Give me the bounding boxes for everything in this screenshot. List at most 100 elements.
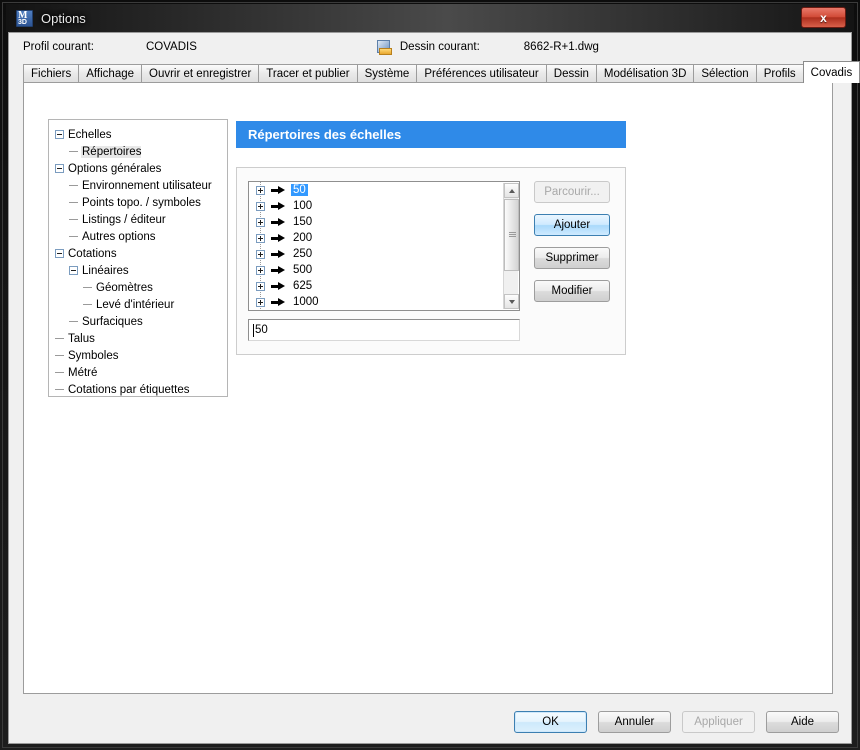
drawing-label: Dessin courant:	[399, 41, 480, 53]
tree-item-lin-aires[interactable]: Linéaires	[55, 262, 227, 279]
tree-item-listings-diteur[interactable]: Listings / éditeur	[55, 211, 227, 228]
tree-item-symboles[interactable]: Symboles	[55, 347, 227, 364]
tab-profils[interactable]: Profils	[755, 64, 804, 83]
tree-item-cotations-par-tiquettes[interactable]: Cotations par étiquettes	[55, 381, 227, 396]
scales-groupbox: 501001502002505006251000125020002500 Par…	[236, 167, 626, 355]
tree-item-lev-d-int-rieur[interactable]: Levé d'intérieur	[55, 296, 227, 313]
scroll-up-button[interactable]	[504, 183, 519, 198]
tree-item-talus[interactable]: Talus	[55, 330, 227, 347]
arrow-right-icon	[271, 233, 285, 244]
supprimer-button[interactable]: Supprimer	[534, 247, 610, 269]
tree-item-label: Linéaires	[82, 264, 129, 277]
expand-icon[interactable]	[256, 249, 265, 259]
drawing-file-icon	[376, 39, 393, 55]
drawing-value: 8662-R+1.dwg	[523, 41, 599, 53]
tree-item-surfaciques[interactable]: Surfaciques	[55, 313, 227, 330]
aide-button[interactable]: Aide	[766, 711, 839, 733]
list-item[interactable]: 100	[249, 198, 519, 214]
section-banner: Répertoires des échelles	[236, 121, 626, 148]
list-item[interactable]: 500	[249, 262, 519, 278]
arrow-right-icon	[271, 265, 285, 276]
tree-item-autres-options[interactable]: Autres options	[55, 228, 227, 245]
tree-item-options-g-n-rales[interactable]: Options générales	[55, 160, 227, 177]
close-icon[interactable]: x	[801, 7, 846, 28]
dialog-button-bar: OK Annuler Appliquer Aide	[9, 711, 851, 733]
scrollbar-thumb[interactable]	[504, 199, 519, 271]
collapse-icon[interactable]	[55, 130, 64, 139]
list-scrollbar[interactable]	[503, 183, 519, 309]
tab-affichage[interactable]: Affichage	[78, 64, 143, 83]
title-bar: M 3D Options x	[6, 4, 854, 32]
tree-item-r-pertoires[interactable]: Répertoires	[55, 143, 227, 160]
tree-item-label: Répertoires	[81, 145, 142, 158]
expand-icon[interactable]	[256, 185, 265, 195]
list-item[interactable]: 1000	[249, 294, 519, 310]
list-item[interactable]: 200	[249, 230, 519, 246]
tab-tracer-et-publier[interactable]: Tracer et publier	[258, 64, 358, 83]
expand-icon[interactable]	[256, 265, 265, 275]
list-item[interactable]: 150	[249, 214, 519, 230]
modifier-button[interactable]: Modifier	[534, 280, 610, 302]
tree-item-label: Talus	[68, 332, 95, 345]
arrow-right-icon	[271, 281, 285, 292]
annuler-button[interactable]: Annuler	[598, 711, 671, 733]
tree-item-label: Géomètres	[96, 281, 153, 294]
tree-item-label: Cotations par étiquettes	[68, 383, 190, 396]
collapse-icon[interactable]	[55, 249, 64, 258]
tree-item-label: Métré	[68, 366, 98, 379]
scale-input-value: 50	[255, 324, 268, 336]
tree-item-m-tr[interactable]: Métré	[55, 364, 227, 381]
scale-input[interactable]: 50	[248, 319, 520, 341]
tab-ouvrir-et-enregistrer[interactable]: Ouvrir et enregistrer	[141, 64, 260, 83]
tab-fichiers[interactable]: Fichiers	[23, 64, 80, 83]
tree-connector-icon	[83, 287, 92, 288]
options-tree[interactable]: Echelles Répertoires Options générales Envi…	[48, 119, 228, 397]
list-item[interactable]: 50	[249, 182, 519, 198]
arrow-right-icon	[271, 249, 285, 260]
list-item-label: 100	[293, 200, 313, 212]
tree-connector-icon	[55, 355, 64, 356]
collapse-icon[interactable]	[55, 164, 64, 173]
tree-item-environnement-utilisateur[interactable]: Environnement utilisateur	[55, 177, 227, 194]
arrow-right-icon	[271, 217, 285, 228]
tree-item-echelles[interactable]: Echelles	[55, 126, 227, 143]
tree-connector-icon	[69, 219, 78, 220]
tab-covadis[interactable]: Covadis	[802, 61, 860, 83]
tree-item-points-topo-symboles[interactable]: Points topo. / symboles	[55, 194, 227, 211]
list-item-label: 50	[291, 184, 308, 196]
tab-s-lection[interactable]: Sélection	[693, 64, 757, 83]
drawing-group: Dessin courant: 8662-R+1.dwg	[376, 39, 599, 55]
ajouter-button[interactable]: Ajouter	[534, 214, 610, 236]
tab-syst-me[interactable]: Système	[356, 64, 418, 83]
expand-icon[interactable]	[256, 201, 265, 211]
list-item[interactable]: 1250	[249, 310, 519, 311]
tree-item-label: Autres options	[82, 230, 156, 243]
scale-directories-list[interactable]: 501001502002505006251000125020002500	[248, 181, 520, 311]
tab-dessin[interactable]: Dessin	[545, 64, 597, 83]
collapse-icon[interactable]	[69, 266, 78, 275]
window-title: Options	[41, 10, 86, 26]
tree-item-label: Listings / éditeur	[82, 213, 166, 226]
tree-item-g-om-tres[interactable]: Géomètres	[55, 279, 227, 296]
arrow-right-icon	[271, 201, 285, 212]
tree-item-label: Options générales	[68, 162, 162, 175]
expand-icon[interactable]	[256, 217, 265, 227]
expand-icon[interactable]	[256, 233, 265, 243]
tree-item-label: Surfaciques	[82, 315, 143, 328]
expand-icon[interactable]	[256, 281, 265, 291]
list-item[interactable]: 250	[249, 246, 519, 262]
tab-pr-f-rences-utilisateur[interactable]: Préférences utilisateur	[416, 64, 547, 83]
tab-content-covadis: Echelles Répertoires Options générales Envi…	[23, 82, 833, 694]
list-item-label: 150	[293, 216, 313, 228]
expand-icon[interactable]	[256, 297, 265, 307]
appliquer-button: Appliquer	[682, 711, 755, 733]
text-caret	[253, 323, 254, 337]
autocad-3d-icon: M 3D	[16, 9, 33, 27]
scroll-down-button[interactable]	[504, 294, 519, 309]
tree-item-cotations[interactable]: Cotations	[55, 245, 227, 262]
ok-button[interactable]: OK	[514, 711, 587, 733]
profile-label: Profil courant:	[23, 41, 94, 53]
list-item[interactable]: 625	[249, 278, 519, 294]
tab-mod-lisation-3d[interactable]: Modélisation 3D	[595, 64, 695, 83]
list-item-label: 1000	[293, 296, 319, 308]
